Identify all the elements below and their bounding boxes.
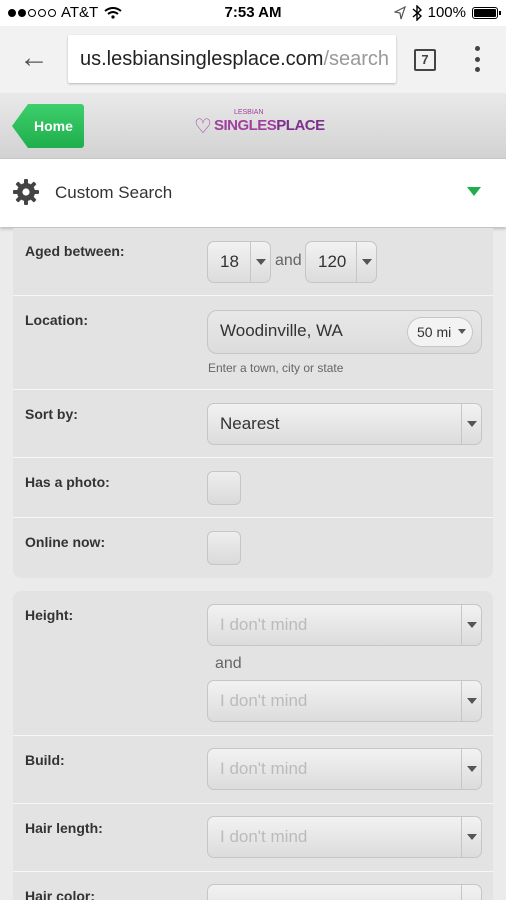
chevron-down-icon — [461, 749, 481, 789]
location-row: Location: Woodinville, WA 50 mi Enter a … — [13, 296, 493, 390]
chevron-down-icon — [461, 817, 481, 857]
sort-by-label: Sort by: — [25, 406, 78, 422]
max-height-value: I don't mind — [220, 691, 308, 710]
has-photo-checkbox[interactable] — [207, 471, 241, 505]
aged-between-label: Aged between: — [25, 243, 125, 259]
browser-toolbar: ← us.lesbiansinglesplace.com/search 7 — [0, 26, 506, 93]
gear-icon — [13, 179, 39, 205]
sort-by-select[interactable]: Nearest — [207, 403, 482, 445]
radius-value: 50 mi — [417, 324, 452, 340]
bluetooth-icon — [412, 4, 422, 21]
heart-logo-icon: ♡ — [194, 115, 212, 138]
back-arrow-icon[interactable]: ← — [18, 43, 50, 74]
chevron-down-icon — [250, 242, 270, 282]
chevron-down-icon — [458, 329, 466, 334]
height-label: Height: — [25, 607, 74, 623]
logo-small-text: LESBIAN — [233, 109, 264, 116]
basic-filters-panel: Aged between: 18 and 120 Location: Woodi… — [13, 228, 493, 578]
chevron-down-icon — [461, 885, 481, 900]
min-age-select[interactable]: 18 — [207, 241, 271, 283]
home-button[interactable]: Home — [12, 104, 84, 148]
max-height-select[interactable]: I don't mind — [207, 680, 482, 722]
build-row: Build: I don't mind — [13, 736, 493, 804]
chevron-down-icon — [461, 605, 481, 645]
hair-color-row: Hair color: — [13, 872, 493, 900]
build-label: Build: — [25, 752, 65, 768]
max-age-select[interactable]: 120 — [305, 241, 377, 283]
chevron-down-icon — [356, 242, 376, 282]
height-joiner: and — [215, 655, 242, 672]
address-bar[interactable]: us.lesbiansinglesplace.com/search — [68, 35, 396, 83]
custom-search-title: Custom Search — [55, 183, 173, 202]
battery-percent: 100% — [427, 4, 466, 21]
custom-search-toggle[interactable]: Custom Search — [0, 159, 506, 227]
logo-text-singles: SINGLES — [213, 117, 277, 134]
url-path: /search — [323, 48, 390, 70]
site-logo[interactable]: ♡ LESBIAN SINGLESPLACE — [194, 109, 325, 143]
hair-length-select[interactable]: I don't mind — [207, 816, 482, 858]
max-age-value: 120 — [318, 252, 347, 271]
hair-color-label: Hair color: — [25, 888, 96, 900]
location-value: Woodinville, WA — [220, 321, 343, 340]
online-now-checkbox[interactable] — [207, 531, 241, 565]
min-age-value: 18 — [220, 252, 239, 271]
location-hint: Enter a town, city or state — [208, 361, 344, 375]
tab-switcher-button[interactable]: 7 — [414, 49, 436, 71]
sort-by-row: Sort by: Nearest — [13, 390, 493, 458]
chevron-down-icon — [467, 187, 481, 196]
min-height-value: I don't mind — [220, 615, 308, 634]
battery-icon — [472, 6, 501, 19]
hair-color-select[interactable] — [207, 884, 482, 900]
hair-length-value: I don't mind — [220, 827, 308, 846]
min-height-select[interactable]: I don't mind — [207, 604, 482, 646]
online-now-row: Online now: — [13, 518, 493, 578]
build-select[interactable]: I don't mind — [207, 748, 482, 790]
appearance-filters-panel: Height: I don't mind and I don't mind Bu… — [13, 591, 493, 900]
site-header: Home ♡ LESBIAN SINGLESPLACE — [0, 93, 506, 159]
overflow-menu-icon[interactable] — [472, 46, 482, 72]
hair-length-label: Hair length: — [25, 820, 103, 836]
location-label: Location: — [25, 312, 88, 328]
chevron-down-icon — [461, 681, 481, 721]
has-photo-label: Has a photo: — [25, 474, 110, 490]
url-domain: us.lesbiansinglesplace.com — [80, 48, 324, 70]
aged-between-joiner: and — [275, 252, 302, 269]
height-row: Height: I don't mind and I don't mind — [13, 591, 493, 736]
has-photo-row: Has a photo: — [13, 458, 493, 518]
radius-select[interactable]: 50 mi — [407, 317, 473, 347]
aged-between-row: Aged between: 18 and 120 — [13, 228, 493, 296]
logo-text-place: PLACE — [276, 117, 325, 134]
build-value: I don't mind — [220, 759, 308, 778]
hair-length-row: Hair length: I don't mind — [13, 804, 493, 872]
sort-by-value: Nearest — [220, 414, 280, 433]
online-now-label: Online now: — [25, 534, 106, 550]
chevron-down-icon — [461, 404, 481, 444]
location-arrow-icon — [393, 5, 406, 19]
status-bar: AT&T 7:53 AM 100% — [0, 0, 506, 26]
